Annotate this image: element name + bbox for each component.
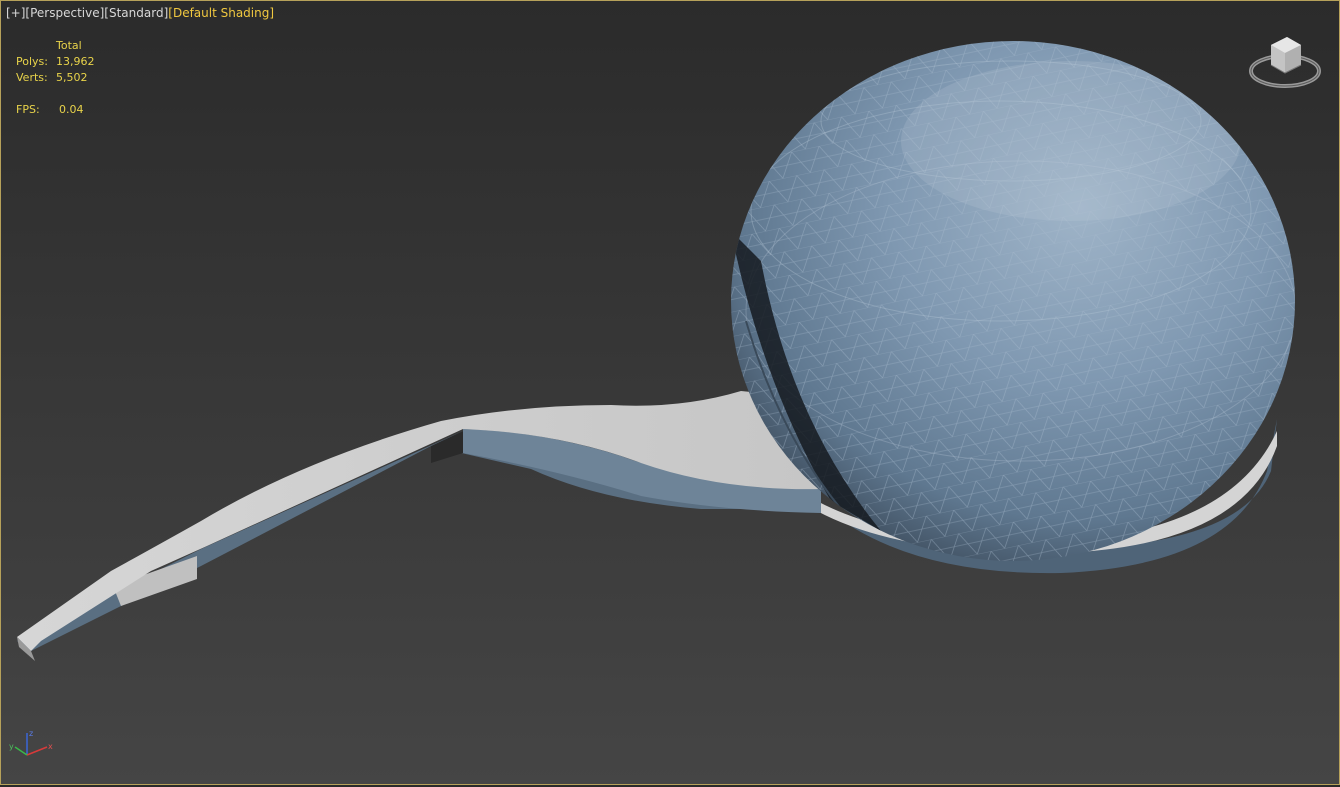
statistics-overlay: Total Polys: 13,962 Verts: 5,502 FPS: 0.… — [16, 38, 95, 118]
polys-value: 13,962 — [56, 55, 95, 68]
viewport-shading-label[interactable]: [Default Shading] — [168, 6, 274, 20]
viewport-view-label[interactable]: [Perspective] — [25, 6, 104, 20]
axis-tripod-icon: z x y — [9, 729, 53, 756]
viewport-labels: [+] [Perspective] [Standard] [Default Sh… — [6, 6, 274, 20]
axis-x-label: x — [48, 742, 53, 751]
scene-canvas[interactable] — [1, 1, 1339, 784]
verts-value: 5,502 — [56, 71, 88, 84]
stats-header: Total — [56, 39, 82, 52]
polys-label: Polys: — [16, 55, 48, 68]
fps-value: 0.04 — [59, 103, 84, 116]
verts-label: Verts: — [16, 71, 48, 84]
axis-y-label: y — [9, 742, 14, 751]
viewport-menu-plus[interactable]: [+] — [6, 6, 25, 20]
axis-z-label: z — [29, 729, 33, 738]
curved-walkway[interactable] — [17, 391, 821, 661]
fps-label: FPS: — [16, 103, 40, 116]
perspective-viewport[interactable]: [+] [Perspective] [Standard] [Default Sh… — [0, 0, 1340, 785]
viewcube-icon[interactable] — [1247, 31, 1323, 95]
viewport-preset-label[interactable]: [Standard] — [104, 6, 168, 20]
